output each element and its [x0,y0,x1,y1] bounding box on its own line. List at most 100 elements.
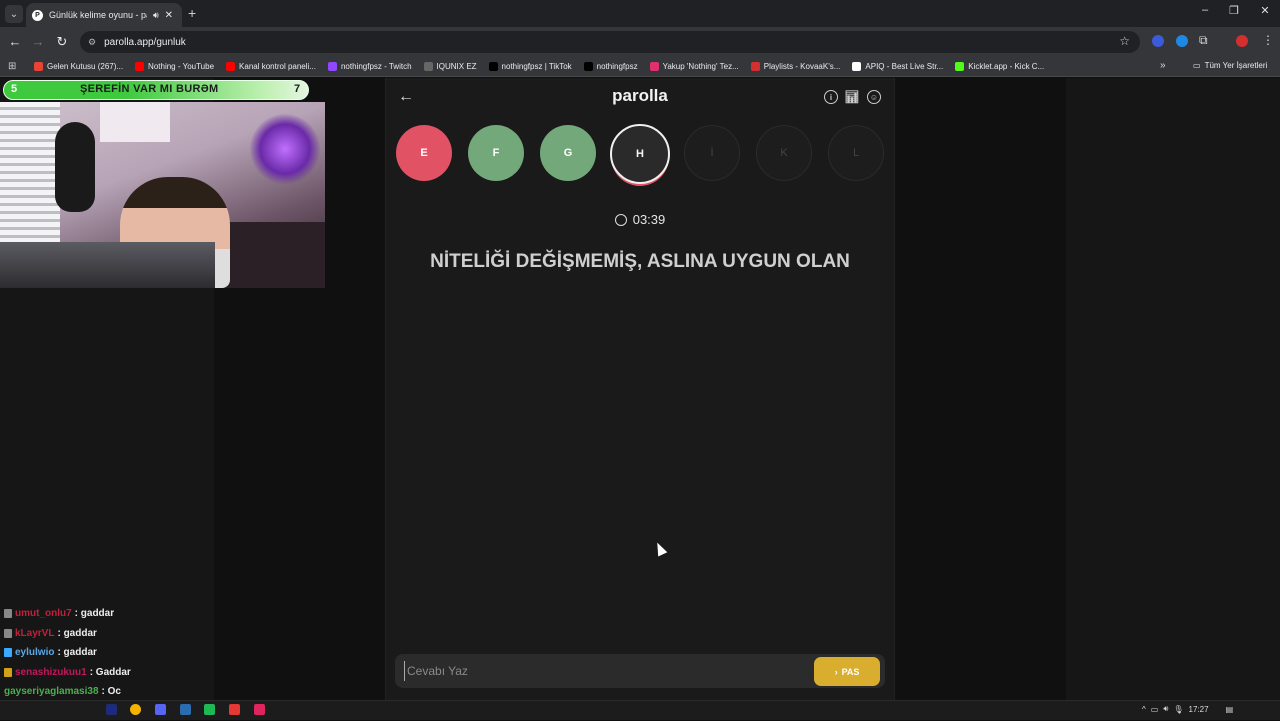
bookmark-label: APIQ - Best Live Str... [865,62,943,71]
letter-circle-wrong: E [396,125,452,181]
bookmarks-overflow-icon[interactable]: » [1160,60,1166,71]
address-bar[interactable]: ⚙ parolla.app/gunluk [80,31,1140,53]
bookmark-item[interactable]: Nothing - YouTube [135,62,214,71]
bookmarks-bar: ⊞ Gelen Kutusu (267)... Nothing - YouTube… [0,57,1280,77]
chat-message: eylulwio : gaddar [4,643,324,663]
discord-icon[interactable] [155,704,166,715]
chat-message: kLayrVL : gaddar [4,624,324,644]
timer-value: 03:39 [633,212,666,227]
valorant-icon[interactable] [254,704,265,715]
bookmark-item[interactable]: IQUNIX EZ [424,62,477,71]
timer: 03:39 [560,212,720,227]
bookmark-label: nothingfpsz | TikTok [502,62,572,71]
tray-chevron-icon[interactable]: ^ [1142,705,1146,714]
mic-icon[interactable]: 🎙︎ [1173,705,1183,714]
bookmark-label: Kanal kontrol paneli... [239,62,316,71]
app-icon[interactable] [180,704,191,715]
shelf [100,102,170,142]
all-bookmarks-label: Tüm Yer İşaretleri [1205,61,1268,70]
stats-chart-icon[interactable]: 📊︎ [845,90,859,104]
all-bookmarks-folder[interactable]: ▭ Tüm Yer İşaretleri [1193,61,1267,70]
app-icon[interactable] [204,704,215,715]
bookmark-label: Yakup 'Nothing' Tez... [663,62,739,71]
profile-avatar[interactable] [1236,35,1248,47]
clock-icon [615,214,627,226]
site-info-icon[interactable]: ⚙ [88,37,96,48]
info-icon[interactable]: i [824,90,838,104]
chat-text: : gaddar [57,647,96,658]
bookmark-item[interactable]: Gelen Kutusu (267)... [34,62,123,71]
system-tray: ^ ▭ 🔊︎ 🎙︎ 17:27 ▤ [1142,704,1233,714]
premiere-icon[interactable] [106,704,117,715]
bookmark-item[interactable]: Playlists - KovaaK's... [751,62,841,71]
chat-text: : gaddar [75,608,114,619]
profile-icon[interactable]: ☺ [867,90,881,104]
letter-circle-correct: G [540,125,596,181]
back-icon[interactable]: ← [7,34,23,49]
chat-message: gayseriyaglamasi38 : Oc [4,682,324,702]
iqunix-icon [424,62,433,71]
extension-icon[interactable] [1152,35,1164,47]
active-tab[interactable]: P Günlük kelime oyunu - paro 🔊︎ ✕ [26,3,182,27]
extension-icon[interactable] [1176,35,1188,47]
chat-text: : Gaddar [90,667,131,678]
youtube-icon [226,62,235,71]
bookmark-item[interactable]: Yakup 'Nothing' Tez... [650,62,739,71]
letter-circle-pending: L [828,125,884,181]
notification-icon[interactable]: ▤ [1226,705,1234,714]
tab-title: Günlük kelime oyunu - paro [49,10,147,20]
letter-circle-pending: K [756,125,812,181]
kovaaks-icon [751,62,760,71]
bookmark-item[interactable]: APIQ - Best Live Str... [852,62,943,71]
close-tab-icon[interactable]: ✕ [165,10,173,21]
parolla-favicon-icon: P [32,10,43,21]
back-arrow-icon[interactable]: ← [398,88,414,106]
bookmark-item[interactable]: Kicklet.app - Kick C... [955,62,1044,71]
volume-icon[interactable]: 🔊︎ [1163,704,1168,714]
pass-button[interactable]: › PAS [814,657,880,686]
bookmark-star-icon[interactable]: ☆ [1119,34,1130,48]
bookmark-label: nothingfpsz [597,62,638,71]
reload-icon[interactable]: ↻ [54,34,70,50]
bookmark-label: IQUNIX EZ [437,62,477,71]
score-left: 5 [11,83,17,95]
bookmark-label: Kicklet.app - Kick C... [968,62,1044,71]
window-close-button[interactable]: ✕ [1250,4,1280,17]
taskbar-clock[interactable]: 17:27 [1189,705,1209,714]
obs-icon[interactable] [229,704,240,715]
tiktok-icon [489,62,498,71]
forward-icon[interactable]: → [30,34,46,49]
network-icon[interactable]: ▭ [1151,705,1159,714]
chrome-icon[interactable] [130,704,141,715]
new-tab-button[interactable]: + [188,5,196,21]
speaker-icon[interactable]: 🔊︎ [153,10,159,21]
letter-circle-current: H [610,124,670,184]
gmail-icon [34,62,43,71]
url-text: parolla.app/gunluk [104,37,186,48]
neon-light [250,114,320,184]
chat-badge-icon [4,629,12,638]
restore-button[interactable]: ❐ [1219,4,1249,17]
question-text: NİTELİĞİ DEĞİŞMEMİŞ, ASLINA UYGUN OLAN [420,250,860,274]
extensions-puzzle-icon[interactable]: ⧉ [1199,33,1208,48]
instagram-icon [650,62,659,71]
tab-search-icon[interactable]: ⌄ [5,5,23,23]
menu-kebab-icon[interactable]: ⋮ [1262,33,1274,47]
apiq-icon [852,62,861,71]
youtube-icon [135,62,144,71]
chat-badge-icon [4,648,12,657]
minimize-button[interactable]: – [1190,4,1220,16]
answer-input[interactable] [404,661,804,681]
letter-circle-correct: F [468,125,524,181]
bookmark-item[interactable]: nothingfpsz [584,62,638,71]
parolla-logo[interactable]: parolla [560,86,720,106]
page-right-area [1066,78,1280,700]
bookmark-item[interactable]: nothingfpsz - Twitch [328,62,412,71]
bookmark-label: Nothing - YouTube [148,62,214,71]
score-right: 7 [294,83,300,95]
bookmark-item[interactable]: nothingfpsz | TikTok [489,62,572,71]
window-blinds [0,102,60,252]
letter-circle-pending: İ [684,125,740,181]
bookmark-item[interactable]: Kanal kontrol paneli... [226,62,316,71]
apps-grid-icon[interactable]: ⊞ [8,61,34,72]
